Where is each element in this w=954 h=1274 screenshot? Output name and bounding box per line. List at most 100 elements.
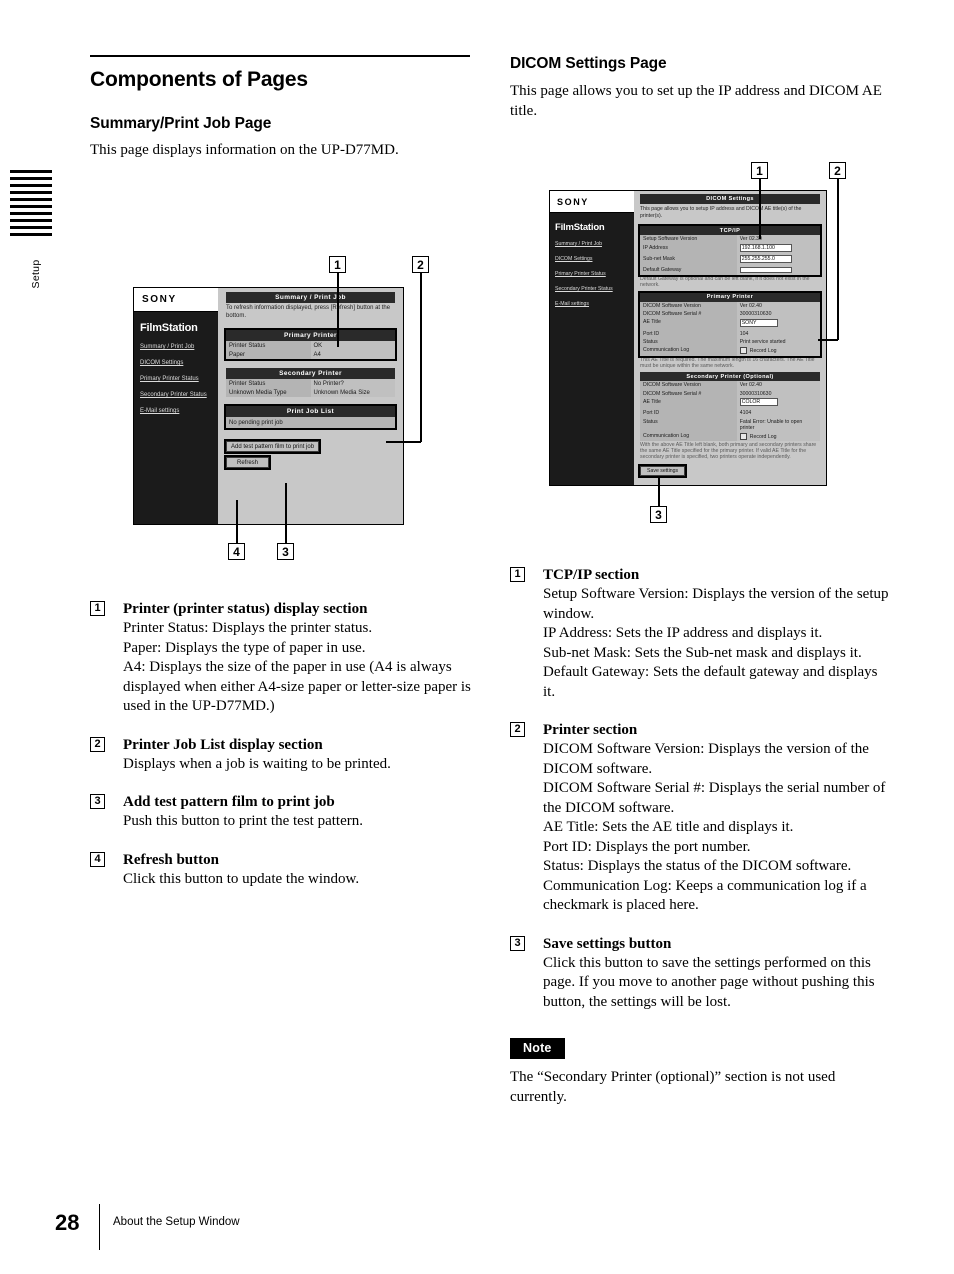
fig1-primary-printer-section: Primary Printer Printer Status OK Paper … — [224, 328, 397, 361]
left-item-4-text: Click this button to update the window. — [123, 870, 360, 887]
left-item-4-number: 4 — [90, 851, 105, 867]
secondary-record-log-checkbox[interactable] — [739, 432, 747, 440]
fig2-secondary-row4-label: Status — [640, 417, 737, 432]
save-settings-button[interactable]: Save settings — [637, 463, 688, 479]
figure-dicom-leader-2-v — [836, 179, 839, 340]
footer-divider — [99, 1204, 101, 1250]
figure-dicom-callout-3: 3 — [650, 506, 667, 523]
right-item-3-number: 3 — [510, 935, 525, 951]
left-item-2-number: 2 — [90, 736, 105, 752]
fig1-nav-link-secondary-status[interactable]: Secondary Printer Status — [140, 391, 213, 399]
section-intro-summary: This page displays information on the UP… — [90, 142, 399, 158]
refresh-button[interactable]: Refresh — [223, 455, 272, 470]
secondary-ae-title-input[interactable]: COLOR — [739, 398, 778, 407]
fig2-secondary-row2-label: AE Title — [640, 397, 737, 409]
fig2-secondary-row4-value: Fatal Error: Unable to open printer — [736, 417, 820, 432]
fig1-primary-row1-value: A4 — [310, 350, 395, 359]
right-item-3-title: Save settings button — [543, 935, 672, 952]
page-footer: 28 About the Setup Window — [55, 1204, 555, 1250]
primary-ae-title-input[interactable]: SONY — [739, 318, 778, 327]
fig2-tcpip-row2-label: Sub-net Mask — [640, 254, 737, 266]
figure-dicom-settings: SONY FilmStation Summary / Print Job DIC… — [549, 190, 827, 486]
fig1-nav: SONY FilmStation Summary / Print Job DIC… — [134, 288, 218, 524]
subnet-mask-input[interactable]: 255.255.255.0 — [739, 255, 792, 264]
fig2-secondary-row1-value: 30000310630 — [736, 389, 820, 398]
add-test-pattern-button[interactable]: Add test pattern film to print job — [223, 439, 322, 454]
figure-dicom-leader-3-v — [657, 478, 660, 507]
right-item-1-text: Setup Software Version: Displays the ver… — [543, 586, 889, 700]
fig1-nav-link-summary[interactable]: Summary / Print Job — [140, 343, 213, 351]
fig2-secondary-header: Secondary Printer (Optional) — [640, 372, 820, 381]
fig2-tcpip-hint: Default Gateway is optional and can be l… — [640, 276, 810, 289]
fig1-secondary-row1-value: Unknown Media Size — [310, 388, 395, 397]
figure-summary-callout-3: 3 — [277, 543, 294, 560]
fig1-secondary-row0-value: No Printer? — [310, 379, 395, 388]
fig2-nav-link-primary-status[interactable]: Primary Printer Status — [555, 271, 630, 278]
note-badge: Note — [510, 1038, 565, 1059]
fig2-page-header: DICOM Settings — [640, 194, 820, 204]
left-item-1-title: Printer (printer status) display section — [123, 601, 368, 617]
fig1-nav-link-dicom[interactable]: DICOM Settings — [140, 359, 213, 367]
ip-address-input[interactable]: 192.168.1.100 — [739, 244, 792, 253]
left-item-4-title: Refresh button — [123, 851, 219, 868]
figure-dicom-callout-1: 1 — [751, 162, 768, 179]
right-item-1-number: 1 — [510, 567, 525, 582]
fig2-secondary-row0-label: DICOM Software Version — [640, 381, 737, 390]
fig1-page-header: Summary / Print Job — [226, 292, 395, 303]
right-item-1-title: TCP/IP section — [543, 567, 640, 583]
fig1-sony-bar: SONY — [134, 288, 218, 312]
fig2-nav: SONY FilmStation Summary / Print Job DIC… — [550, 191, 634, 485]
left-item-3: 3 Add test pattern film to print job Pus… — [90, 793, 472, 832]
fig2-primary-row5-value: Record Log — [749, 348, 777, 355]
fig2-page-hint: This page allows you to setup IP address… — [640, 206, 802, 219]
left-item-2-text: Displays when a job is waiting to be pri… — [123, 755, 391, 772]
fig2-primary-row3-value: 104 — [736, 329, 820, 338]
fig1-nav-link-primary-status[interactable]: Primary Printer Status — [140, 375, 213, 383]
fig1-secondary-row1-label: Unknown Media Type — [226, 388, 311, 397]
fig1-primary-row1-label: Paper — [226, 350, 311, 359]
right-item-1: 1 TCP/IP section Setup Software Version:… — [510, 566, 892, 702]
left-item-3-number: 3 — [90, 794, 105, 809]
figure-dicom-leader-2-h — [818, 339, 838, 341]
sony-logo: SONY — [142, 294, 177, 305]
figure-dicom-leader-1-v — [758, 179, 761, 239]
left-item-1: 1 Printer (printer status) display secti… — [90, 600, 472, 717]
fig2-primary-row1-value: 30000310630 — [736, 309, 820, 319]
fig1-primary-row0-label: Printer Status — [226, 341, 311, 350]
fig2-nav-link-dicom[interactable]: DICOM Settings — [555, 256, 630, 263]
fig2-content: DICOM Settings This page allows you to s… — [634, 191, 826, 485]
fig2-primary-row1-label: DICOM Software Serial # — [640, 309, 737, 319]
fig1-secondary-row0-label: Printer Status — [226, 379, 311, 388]
fig2-primary-row0-value: Ver 02.40 — [736, 301, 820, 310]
left-item-1-number: 1 — [90, 601, 105, 616]
right-item-list: 1 TCP/IP section Setup Software Version:… — [510, 566, 892, 1107]
figure-summary-leader-2-v — [419, 273, 422, 442]
fig1-secondary-printer-section: Secondary Printer Printer Status No Prin… — [226, 368, 395, 397]
default-gateway-input[interactable] — [739, 266, 792, 273]
left-item-4: 4 Refresh button Click this button to up… — [90, 851, 472, 890]
fig2-nav-link-email[interactable]: E-Mail settings — [555, 301, 630, 308]
figure-summary-leader-4-v — [235, 500, 238, 544]
fig1-nav-link-email[interactable]: E-Mail settings — [140, 407, 213, 415]
fig2-primary-row4-label: Status — [640, 337, 737, 347]
fig2-nav-link-secondary-status[interactable]: Secondary Printer Status — [555, 286, 630, 293]
fig1-brand: FilmStation — [140, 322, 198, 334]
right-item-3-text: Click this button to save the settings p… — [543, 954, 875, 1010]
fig2-primary-row5-label: Communication Log — [640, 346, 737, 356]
left-item-2-title: Printer Job List display section — [123, 736, 323, 753]
running-head: About the Setup Window — [113, 1216, 240, 1228]
figure-summary-leader-1-v — [336, 273, 339, 347]
fig2-secondary-row5-value: Record Log — [749, 433, 777, 440]
note-text: The “Secondary Printer (optional)” secti… — [510, 1069, 836, 1105]
fig1-primary-row0-value: OK — [310, 341, 395, 350]
figure-summary-print-job: SONY FilmStation Summary / Print Job DIC… — [133, 287, 404, 525]
fig1-joblist-header: Print Job List — [226, 406, 395, 417]
left-column: Components of Pages Summary/Print Job Pa… — [90, 55, 470, 161]
primary-record-log-checkbox[interactable] — [739, 347, 747, 355]
right-item-2-number: 2 — [510, 722, 525, 737]
figure-summary-callout-1: 1 — [329, 256, 346, 273]
fig2-brand: FilmStation — [555, 222, 605, 233]
right-item-2-title: Printer section — [543, 722, 638, 738]
fig2-tcpip-section: TCP/IP Setup Software Version Ver 02.30 … — [638, 224, 822, 278]
fig2-nav-link-summary[interactable]: Summary / Print Job — [555, 241, 630, 248]
